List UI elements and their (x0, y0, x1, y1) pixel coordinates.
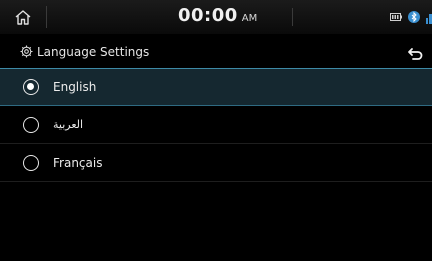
language-list: English العربية Français (0, 68, 432, 182)
status-bar: 00:00 AM (0, 0, 432, 34)
radio-dot (27, 83, 34, 90)
radio-unselected[interactable] (23, 116, 39, 133)
back-button[interactable] (398, 42, 432, 66)
home-button[interactable] (0, 0, 46, 34)
language-label: العربية (53, 118, 84, 131)
gear-icon (20, 45, 33, 58)
title-bar: Language Settings (0, 38, 432, 68)
signal-icon (426, 14, 432, 24)
clock: 00:00 AM (178, 5, 257, 29)
language-label: English (53, 80, 97, 94)
radio-selected[interactable] (23, 79, 39, 95)
divider (292, 8, 293, 26)
language-option-english[interactable]: English (0, 68, 432, 106)
language-option-french[interactable]: Français (0, 144, 432, 182)
clock-time: 00:00 (178, 5, 238, 26)
clock-ampm: AM (241, 13, 258, 24)
battery-icon (390, 13, 402, 21)
radio-unselected[interactable] (23, 154, 39, 171)
language-label: Français (53, 155, 103, 170)
language-settings-screen: 00:00 AM Language Settings English العرب… (0, 0, 432, 261)
status-icons (385, 0, 432, 34)
back-arrow-icon (408, 48, 423, 60)
bluetooth-phone-icon (408, 11, 420, 23)
home-icon (15, 9, 31, 25)
divider (46, 6, 47, 28)
page-title: Language Settings (37, 45, 150, 59)
language-option-arabic[interactable]: العربية (0, 106, 432, 144)
